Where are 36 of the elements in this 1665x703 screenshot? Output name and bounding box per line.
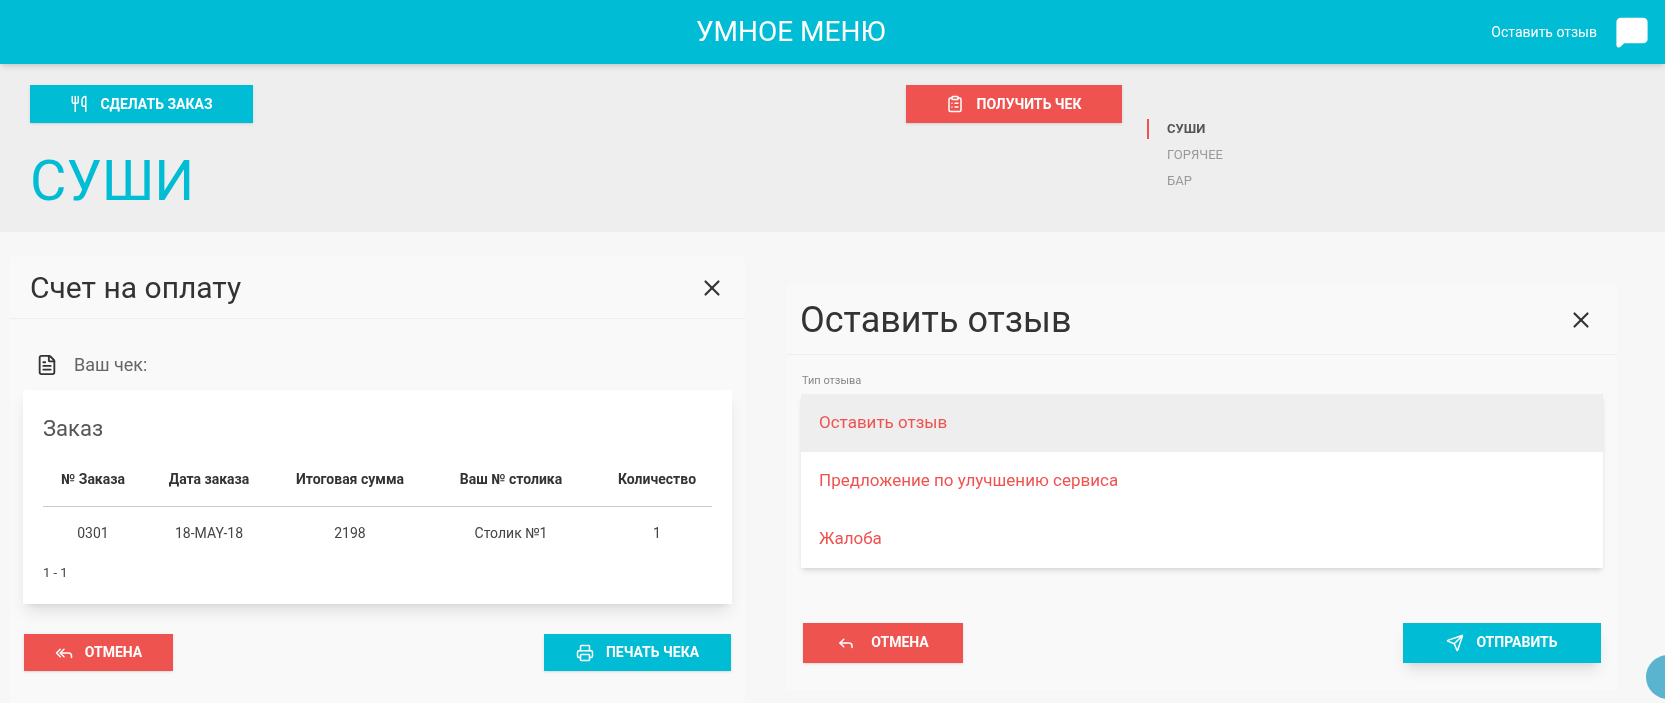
receipt-button[interactable]: ПОЛУЧИТЬ ЧЕК xyxy=(906,85,1122,123)
card-title: Заказ xyxy=(43,415,105,443)
cancel-button[interactable]: ОТМЕНА xyxy=(24,634,173,671)
field-label: Тип отзыва xyxy=(802,373,863,389)
dropdown-option[interactable]: Жалоба xyxy=(801,509,1603,568)
column-header: Итоговая сумма xyxy=(294,470,406,489)
submit-button[interactable]: ОТПРАВИТЬ xyxy=(1403,622,1601,663)
column-header: Дата заказа xyxy=(167,470,251,489)
cancel-button[interactable]: ОТМЕНА xyxy=(803,622,963,663)
table-cell-text: 1 xyxy=(652,524,662,543)
column-header: Количество xyxy=(616,470,698,489)
dropdown-option[interactable]: Предложение по улучшению сервиса xyxy=(801,451,1603,510)
pagination-text: 1 - 1 xyxy=(43,565,68,580)
printer-icon xyxy=(575,643,594,662)
utensils-icon xyxy=(70,95,89,113)
table-cell-text: 18-MAY-18 xyxy=(173,524,245,543)
table-cell-text: 2198 xyxy=(333,524,367,543)
dialog-title: Счет на оплату xyxy=(30,269,242,307)
table-cell-text: Столик №1 xyxy=(473,524,549,543)
app-title: УМНОЕ МЕНЮ xyxy=(695,14,886,50)
print-button[interactable]: ПЕЧАТЬ ЧЕКА xyxy=(544,634,731,671)
dropdown-option[interactable]: Оставить отзыв xyxy=(801,393,1603,452)
order-button[interactable]: СДЕЛАТЬ ЗАКАЗ xyxy=(30,85,253,123)
feedback-link[interactable]: Оставить отзыв xyxy=(1491,21,1597,43)
nav-link[interactable]: ГОРЯЧЕЕ xyxy=(1147,145,1223,165)
document-icon xyxy=(36,353,58,376)
column-header: № Заказа xyxy=(60,470,126,489)
nav-link[interactable]: СУШИ xyxy=(1147,119,1223,139)
clipboard-icon xyxy=(946,95,965,113)
dialog-title: Оставить отзыв xyxy=(800,297,1072,343)
section-title: СУШИ xyxy=(30,151,196,211)
receipt-label: Ваш чек: xyxy=(74,353,148,377)
table-cell-text: 0301 xyxy=(76,524,110,543)
send-icon xyxy=(1446,633,1465,652)
nav-link[interactable]: БАР xyxy=(1147,171,1223,191)
column-header: Ваш № столика xyxy=(458,470,564,489)
